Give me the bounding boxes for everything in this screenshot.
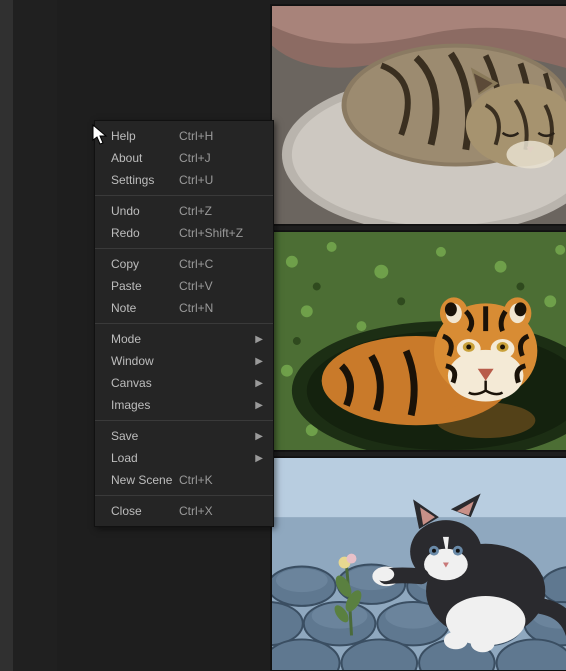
sidebar	[13, 0, 57, 671]
menu-separator	[95, 248, 273, 249]
menu-item-load[interactable]: Load ▶	[95, 447, 273, 469]
menu-item-settings[interactable]: SettingsCtrl+U	[95, 169, 273, 191]
menu-item-shortcut: Ctrl+H	[179, 129, 263, 143]
menu-item-shortcut: Ctrl+X	[179, 504, 263, 518]
menu-item-label: Settings	[111, 173, 179, 187]
menu-item-label: Canvas	[111, 376, 179, 390]
thumbnail-kitten-on-cobblestone[interactable]	[271, 457, 566, 671]
menu-item-paste[interactable]: PasteCtrl+V	[95, 275, 273, 297]
sleeping-cat-illustration	[272, 6, 566, 224]
context-menu: HelpCtrl+HAboutCtrl+JSettingsCtrl+UUndoC…	[94, 120, 274, 527]
menu-item-shortcut: Ctrl+V	[179, 279, 263, 293]
chevron-right-icon: ▶	[255, 431, 263, 442]
panel-drag-edge[interactable]	[0, 0, 13, 671]
menu-item-label: Mode	[111, 332, 179, 346]
menu-item-label: Images	[111, 398, 179, 412]
menu-item-label: Close	[111, 504, 179, 518]
menu-item-label: Undo	[111, 204, 179, 218]
thumbnail-tiger-in-water[interactable]	[271, 231, 566, 451]
menu-item-canvas[interactable]: Canvas ▶	[95, 372, 273, 394]
menu-separator	[95, 420, 273, 421]
menu-item-label: New Scene	[111, 473, 179, 487]
menu-item-redo[interactable]: RedoCtrl+Shift+Z	[95, 222, 273, 244]
menu-item-about[interactable]: AboutCtrl+J	[95, 147, 273, 169]
menu-separator	[95, 495, 273, 496]
thumbnail-sleeping-tabby-cat[interactable]	[271, 5, 566, 225]
menu-item-window[interactable]: Window ▶	[95, 350, 273, 372]
chevron-right-icon: ▶	[255, 378, 263, 389]
menu-item-shortcut: Ctrl+C	[179, 257, 263, 271]
menu-item-close[interactable]: CloseCtrl+X	[95, 500, 273, 522]
menu-item-label: Redo	[111, 226, 179, 240]
menu-item-label: About	[111, 151, 179, 165]
menu-item-shortcut: Ctrl+J	[179, 151, 263, 165]
menu-item-help[interactable]: HelpCtrl+H	[95, 125, 273, 147]
menu-item-label: Note	[111, 301, 179, 315]
menu-item-note[interactable]: NoteCtrl+N	[95, 297, 273, 319]
menu-item-label: Save	[111, 429, 179, 443]
menu-item-shortcut: Ctrl+U	[179, 173, 263, 187]
menu-item-shortcut: Ctrl+K	[179, 473, 263, 487]
menu-item-mode[interactable]: Mode ▶	[95, 328, 273, 350]
chevron-right-icon: ▶	[255, 400, 263, 411]
chevron-right-icon: ▶	[255, 453, 263, 464]
chevron-right-icon: ▶	[255, 356, 263, 367]
menu-item-label: Copy	[111, 257, 179, 271]
menu-item-label: Help	[111, 129, 179, 143]
menu-item-shortcut: Ctrl+N	[179, 301, 263, 315]
menu-item-label: Paste	[111, 279, 179, 293]
chevron-right-icon: ▶	[255, 334, 263, 345]
menu-item-shortcut: Ctrl+Z	[179, 204, 263, 218]
menu-item-label: Load	[111, 451, 179, 465]
menu-item-images[interactable]: Images ▶	[95, 394, 273, 416]
menu-item-save[interactable]: Save ▶	[95, 425, 273, 447]
menu-item-shortcut: Ctrl+Shift+Z	[179, 226, 263, 240]
menu-item-new-scene[interactable]: New SceneCtrl+K	[95, 469, 273, 491]
menu-item-undo[interactable]: UndoCtrl+Z	[95, 200, 273, 222]
menu-separator	[95, 323, 273, 324]
menu-item-copy[interactable]: CopyCtrl+C	[95, 253, 273, 275]
kitten-illustration	[272, 458, 566, 670]
menu-separator	[95, 195, 273, 196]
menu-item-label: Window	[111, 354, 179, 368]
tiger-illustration	[272, 232, 566, 450]
